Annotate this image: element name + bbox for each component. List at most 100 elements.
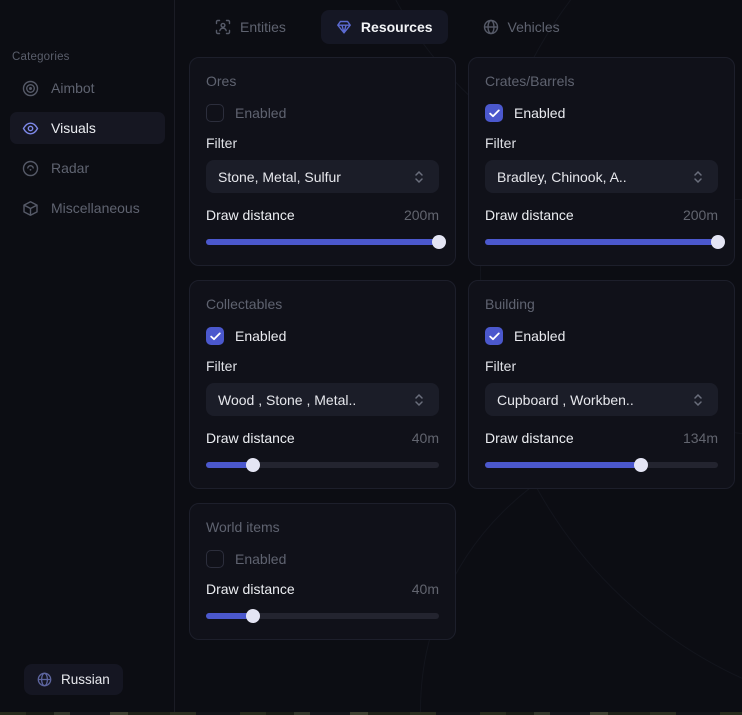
slider-thumb[interactable] [634,458,648,472]
card-title: World items [206,519,439,535]
slider-thumb[interactable] [711,235,725,249]
slider-track [485,462,718,468]
filter-label: Filter [206,358,439,374]
enabled-checkbox[interactable] [485,104,503,122]
filter-select[interactable]: Bradley, Chinook, A.. [485,160,718,193]
distance-row: Draw distance 40m [206,581,439,597]
language-button-label: Russian [61,672,110,687]
tab-vehicles[interactable]: Vehicles [468,10,575,44]
filter-select[interactable]: Cupboard , Workben.. [485,383,718,416]
slider-fill [485,239,718,245]
distance-value: 134m [683,430,718,446]
filter-label: Filter [206,135,439,151]
visuals-icon [22,120,39,137]
sidebar-item-radar[interactable]: Radar [10,152,165,184]
slider-track [206,462,439,468]
filter-select[interactable]: Wood , Stone , Metal.. [206,383,439,416]
sidebar-item-label: Radar [51,160,89,176]
filter-value: Bradley, Chinook, A.. [497,169,627,185]
tab-resources[interactable]: Resources [321,10,448,44]
card-crates-barrels: Crates/Barrels Enabled Filter Bradley, C… [468,57,735,266]
filter-value: Stone, Metal, Sulfur [218,169,341,185]
enabled-label: Enabled [235,328,286,344]
card-title: Ores [206,73,439,89]
distance-label: Draw distance [485,207,574,223]
tab-label: Resources [361,19,433,35]
slider-thumb[interactable] [246,458,260,472]
sidebar-item-visuals[interactable]: Visuals [10,112,165,144]
sidebar-item-label: Aimbot [51,80,95,96]
distance-label: Draw distance [206,430,295,446]
enabled-checkbox[interactable] [206,327,224,345]
slider-fill [206,613,253,619]
vehicles-icon [483,19,499,35]
radar-icon [22,160,39,177]
distance-row: Draw distance 40m [206,430,439,446]
filter-label: Filter [485,135,718,151]
chevron-updown-icon [692,393,706,407]
card-ores: Ores Enabled Filter Stone, Metal, Sulfur… [189,57,456,266]
chevron-updown-icon [692,170,706,184]
filter-label: Filter [485,358,718,374]
enabled-checkbox[interactable] [485,327,503,345]
enabled-row: Enabled [206,550,439,568]
draw-distance-slider[interactable] [206,609,439,623]
draw-distance-slider[interactable] [206,458,439,472]
categories-heading: Categories [12,51,70,63]
enabled-checkbox[interactable] [206,104,224,122]
miscellaneous-icon [22,200,39,217]
card-title: Building [485,296,718,312]
tab-entities[interactable]: Entities [200,10,301,44]
distance-label: Draw distance [485,430,574,446]
card-collectables: Collectables Enabled Filter Wood , Stone… [189,280,456,489]
slider-fill [206,239,439,245]
slider-thumb[interactable] [246,609,260,623]
language-button[interactable]: Russian [24,664,123,695]
category-nav: Aimbot Visuals [10,72,165,224]
enabled-checkbox[interactable] [206,550,224,568]
globe-icon [37,672,52,687]
right-column: Crates/Barrels Enabled Filter Bradley, C… [468,57,735,640]
card-title: Collectables [206,296,439,312]
distance-value: 40m [412,430,439,446]
aimbot-icon [22,80,39,97]
distance-label: Draw distance [206,581,295,597]
tab-bar: Entities Resources Vehicles [200,10,575,44]
draw-distance-slider[interactable] [206,235,439,249]
enabled-row: Enabled [206,327,439,345]
slider-fill [485,462,641,468]
distance-value: 40m [412,581,439,597]
tab-label: Entities [240,19,286,35]
resources-icon [336,19,352,35]
enabled-label: Enabled [235,551,286,567]
filter-value: Cupboard , Workben.. [497,392,634,408]
enabled-row: Enabled [485,104,718,122]
chevron-updown-icon [413,170,427,184]
distance-row: Draw distance 200m [485,207,718,223]
sidebar-item-miscellaneous[interactable]: Miscellaneous [10,192,165,224]
filter-value: Wood , Stone , Metal.. [218,392,356,408]
draw-distance-slider[interactable] [485,458,718,472]
distance-row: Draw distance 200m [206,207,439,223]
slider-track [206,239,439,245]
slider-track [485,239,718,245]
card-title: Crates/Barrels [485,73,718,89]
enabled-label: Enabled [235,105,286,121]
slider-thumb[interactable] [432,235,446,249]
slider-track [206,613,439,619]
enabled-label: Enabled [514,105,565,121]
filter-select[interactable]: Stone, Metal, Sulfur [206,160,439,193]
enabled-row: Enabled [485,327,718,345]
draw-distance-slider[interactable] [485,235,718,249]
enabled-label: Enabled [514,328,565,344]
cheat-menu-window: Categories Aimbot Visuals [0,0,742,715]
distance-value: 200m [683,207,718,223]
distance-row: Draw distance 134m [485,430,718,446]
entities-icon [215,19,231,35]
slider-fill [206,462,253,468]
chevron-updown-icon [413,393,427,407]
card-world-items: World items Enabled Draw distance 40m [189,503,456,640]
sidebar: Categories Aimbot Visuals [0,0,175,715]
sidebar-item-aimbot[interactable]: Aimbot [10,72,165,104]
left-column: Ores Enabled Filter Stone, Metal, Sulfur… [189,57,456,640]
